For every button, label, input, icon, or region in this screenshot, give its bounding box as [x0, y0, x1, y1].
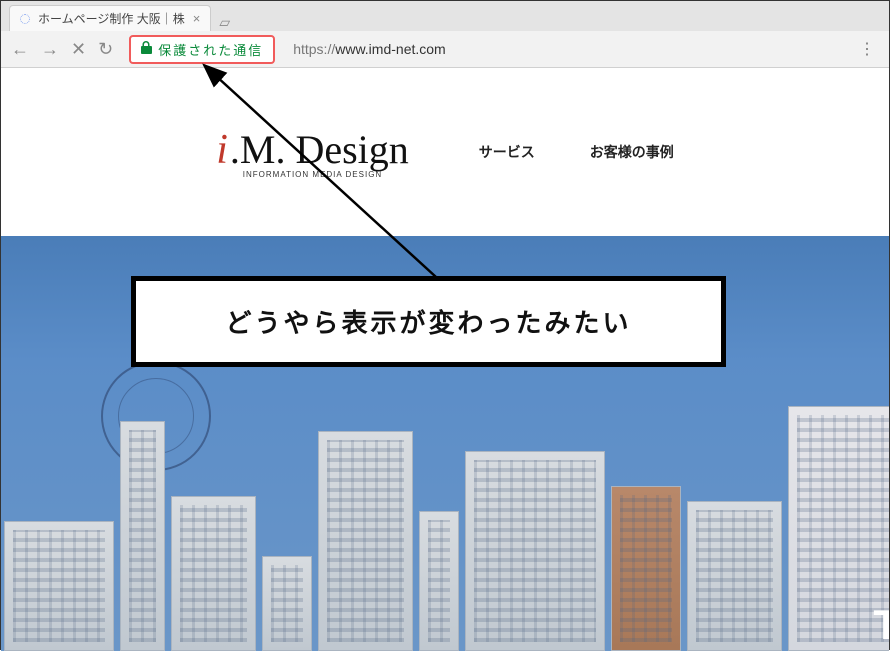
close-icon[interactable]: ×: [193, 11, 201, 26]
security-indicator[interactable]: 保護された通信: [129, 35, 275, 64]
url-domain: www.imd-net.com: [335, 41, 445, 57]
address-bar[interactable]: 保護された通信 https://www.imd-net.com: [125, 36, 847, 62]
site-logo[interactable]: i.M. Design INFORMATION MEDIA DESIGN: [216, 126, 409, 179]
secure-label: 保護された通信: [158, 40, 263, 59]
reload-button[interactable]: ↻: [98, 39, 113, 60]
browser-tab[interactable]: ホームページ制作 大阪｜株 ×: [9, 5, 211, 31]
logo-rest: .M. Design: [230, 126, 409, 173]
tab-title: ホームページ制作 大阪｜株: [38, 10, 185, 27]
browser-chrome: ホームページ制作 大阪｜株 × ▱ ← → ✕ ↻ 保護された通信 https:…: [1, 1, 889, 68]
logo-main: i.M. Design: [216, 126, 409, 174]
nav-cases[interactable]: お客様の事例: [590, 142, 674, 162]
url-display: https://www.imd-net.com: [293, 41, 446, 57]
close-button[interactable]: ✕: [71, 39, 86, 60]
forward-button[interactable]: →: [41, 39, 59, 60]
new-tab-button[interactable]: ▱: [211, 10, 238, 31]
tab-bar: ホームページ制作 大阪｜株 × ▱: [1, 1, 889, 31]
menu-icon[interactable]: ⋮: [859, 39, 875, 59]
cityscape-graphic: [1, 371, 889, 651]
annotation-text: どうやら表示が変わったみたい: [156, 303, 701, 340]
url-scheme: https://: [293, 41, 335, 57]
site-nav: サービス お客様の事例: [479, 142, 674, 162]
lock-icon: [141, 41, 152, 57]
back-button[interactable]: ←: [11, 39, 29, 60]
hero-corner-text: T: [873, 601, 889, 649]
logo-i: i: [216, 126, 228, 174]
logo-tagline: INFORMATION MEDIA DESIGN: [243, 170, 382, 179]
toolbar: ← → ✕ ↻ 保護された通信 https://www.imd-net.com …: [1, 31, 889, 67]
nav-service[interactable]: サービス: [479, 142, 535, 162]
annotation-callout: どうやら表示が変わったみたい: [131, 276, 726, 367]
browser-menu-area: ⋮: [859, 39, 879, 59]
site-header: i.M. Design INFORMATION MEDIA DESIGN サービ…: [1, 68, 889, 236]
favicon-icon: [20, 14, 30, 24]
